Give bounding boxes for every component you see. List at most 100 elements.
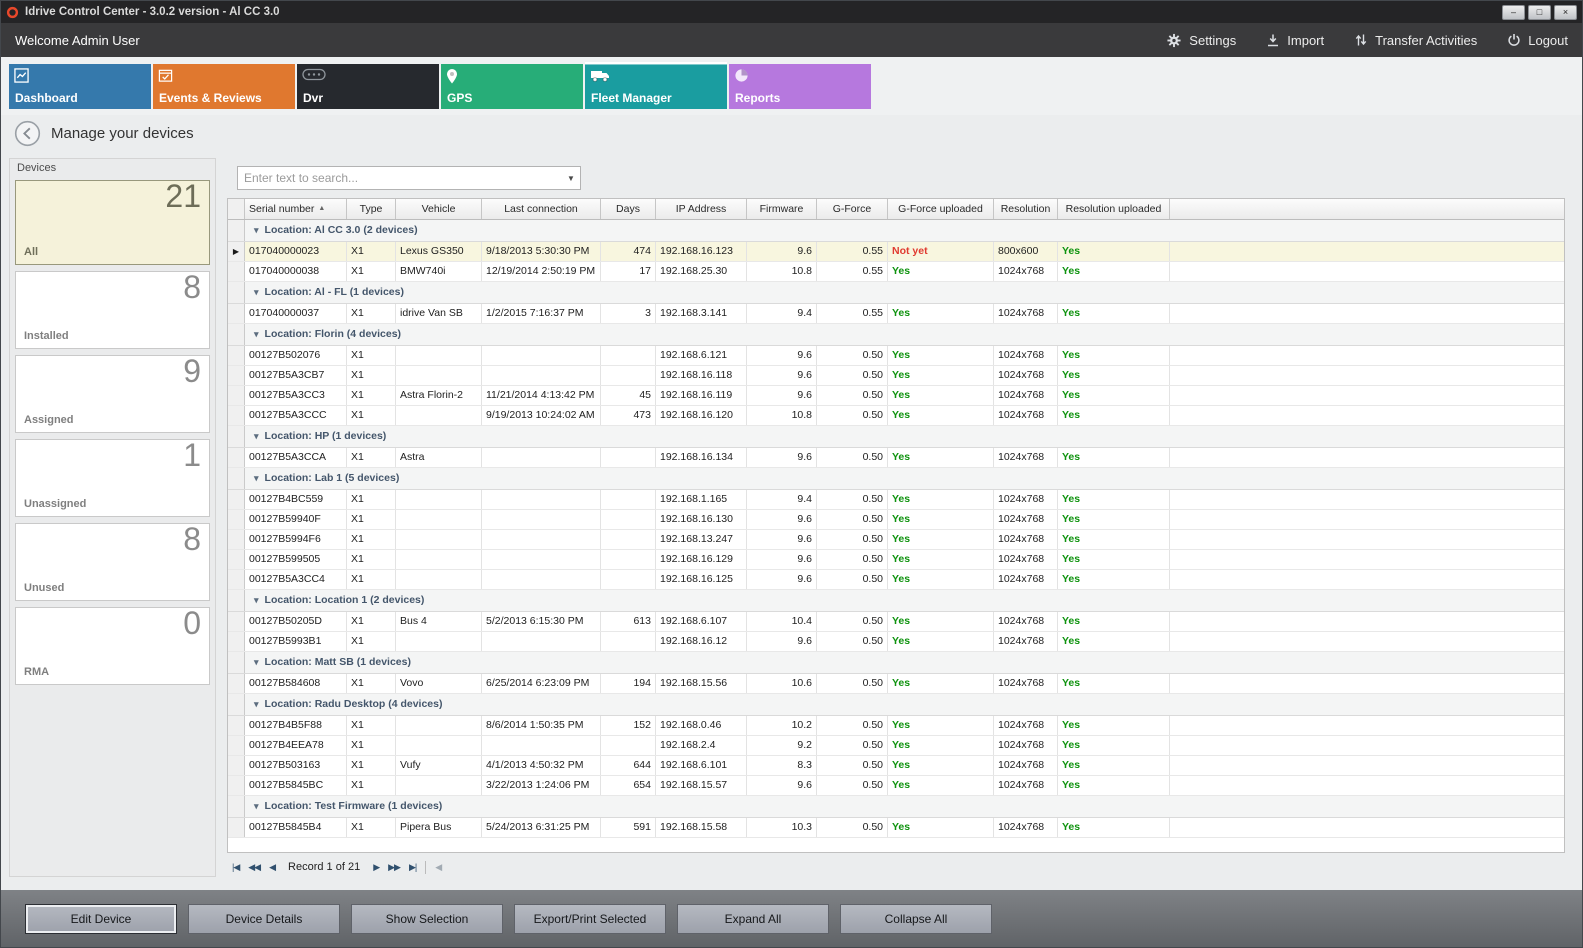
table-row[interactable]: 017040000037X1idrive Van SB1/2/2015 7:16… — [228, 304, 1564, 324]
group-row[interactable]: ▾Location: Al - FL (1 devices) — [228, 282, 1564, 304]
table-row[interactable]: 00127B4BC559X1192.168.1.1659.40.50Yes102… — [228, 490, 1564, 510]
welcome-text: Welcome Admin User — [15, 33, 140, 48]
table-row[interactable]: 00127B4EEA78X1192.168.2.49.20.50Yes1024x… — [228, 736, 1564, 756]
device-filter-unused[interactable]: 8Unused — [15, 523, 210, 601]
cell-filler — [1170, 632, 1564, 651]
table-row[interactable]: 00127B5A3CB7X1192.168.16.1189.60.50Yes10… — [228, 366, 1564, 386]
tab-events-reviews[interactable]: Events & Reviews — [153, 64, 295, 109]
table-row[interactable]: 00127B599505X1192.168.16.1299.60.50Yes10… — [228, 550, 1564, 570]
table-row[interactable]: 00127B503163X1Vufy4/1/2013 4:50:32 PM644… — [228, 756, 1564, 776]
search-input[interactable] — [238, 171, 562, 185]
window-controls: – □ × — [1502, 5, 1577, 20]
tab-reports[interactable]: Reports — [729, 64, 871, 109]
cell-resolution: 1024x768 — [994, 818, 1058, 837]
cell-resolution-uploaded: Yes — [1058, 716, 1170, 735]
cell-resolution: 1024x768 — [994, 530, 1058, 549]
group-row[interactable]: ▾Location: HP (1 devices) — [228, 426, 1564, 448]
cell-last-connection — [482, 366, 601, 385]
tab-fleet-manager[interactable]: Fleet Manager — [585, 64, 727, 109]
group-row[interactable]: ▾Location: Lab 1 (5 devices) — [228, 468, 1564, 490]
close-button[interactable]: × — [1554, 5, 1577, 20]
group-row[interactable]: ▾Location: Al CC 3.0 (2 devices) — [228, 220, 1564, 242]
device-filter-unassigned[interactable]: 1Unassigned — [15, 439, 210, 517]
column-header-vehicle[interactable]: Vehicle — [396, 199, 482, 219]
cell-type: X1 — [347, 346, 396, 365]
pager-last-button[interactable]: ▶| — [409, 862, 416, 873]
tab-dvr[interactable]: Dvr — [297, 64, 439, 109]
column-header-days[interactable]: Days — [601, 199, 656, 219]
column-header-type[interactable]: Type — [347, 199, 396, 219]
table-row[interactable]: 00127B5845BCX13/22/2013 1:24:06 PM654192… — [228, 776, 1564, 796]
table-row[interactable]: 00127B5993B1X1192.168.16.129.60.50Yes102… — [228, 632, 1564, 652]
tab-dashboard[interactable]: Dashboard — [9, 64, 151, 109]
column-header-firmware[interactable]: Firmware — [747, 199, 817, 219]
pager-next-page-button[interactable]: ▶▶ — [388, 862, 400, 873]
column-header-resolution[interactable]: Resolution — [994, 199, 1058, 219]
table-row[interactable]: 017040000038X1BMW740i12/19/2014 2:50:19 … — [228, 262, 1564, 282]
row-indicator-cell — [228, 304, 245, 323]
cell-serial-number: 00127B5A3CC3 — [245, 386, 347, 405]
collapse-all-button[interactable]: Collapse All — [840, 904, 992, 934]
pager-next-button[interactable]: ▶ — [373, 862, 379, 873]
cell-ip-address: 192.168.16.120 — [656, 406, 747, 425]
pager-first-button[interactable]: |◀ — [232, 862, 239, 873]
grid-header-row: Serial number▲TypeVehicleLast connection… — [228, 199, 1564, 220]
cell-vehicle — [396, 570, 482, 589]
cell-days: 473 — [601, 406, 656, 425]
sort-ascending-icon: ▲ — [318, 205, 325, 212]
group-row[interactable]: ▾Location: Location 1 (2 devices) — [228, 590, 1564, 612]
cell-vehicle — [396, 490, 482, 509]
table-row[interactable]: ▶017040000023X1Lexus GS3509/18/2013 5:30… — [228, 242, 1564, 262]
table-row[interactable]: 00127B5994F6X1192.168.13.2479.60.50Yes10… — [228, 530, 1564, 550]
column-header-serial-number[interactable]: Serial number▲ — [245, 199, 347, 219]
pager-prev-button[interactable]: ◀ — [269, 862, 275, 873]
show-selection-button[interactable]: Show Selection — [351, 904, 503, 934]
column-header-g-force-uploaded[interactable]: G-Force uploaded — [888, 199, 994, 219]
table-row[interactable]: 00127B5A3CC4X1192.168.16.1259.60.50Yes10… — [228, 570, 1564, 590]
column-header-resolution-uploaded[interactable]: Resolution uploaded — [1058, 199, 1170, 219]
row-indicator-cell — [228, 612, 245, 631]
table-row[interactable]: 00127B59940FX1192.168.16.1309.60.50Yes10… — [228, 510, 1564, 530]
export-print-selected-button[interactable]: Export/Print Selected — [514, 904, 666, 934]
device-filter-all[interactable]: 21All — [15, 180, 210, 265]
table-row[interactable]: 00127B5A3CCCX19/19/2013 10:24:02 AM47319… — [228, 406, 1564, 426]
minimize-button[interactable]: – — [1502, 5, 1525, 20]
menu-logout[interactable]: Logout — [1507, 33, 1568, 48]
group-row[interactable]: ▾Location: Florin (4 devices) — [228, 324, 1564, 346]
edit-device-button[interactable]: Edit Device — [25, 904, 177, 934]
table-row[interactable]: 00127B5845B4X1Pipera Bus5/24/2013 6:31:2… — [228, 818, 1564, 838]
column-header-ip-address[interactable]: IP Address — [656, 199, 747, 219]
device-details-button[interactable]: Device Details — [188, 904, 340, 934]
search-dropdown-icon[interactable]: ▼ — [562, 174, 580, 183]
group-row[interactable]: ▾Location: Radu Desktop (4 devices) — [228, 694, 1564, 716]
cell-last-connection: 6/25/2014 6:23:09 PM — [482, 674, 601, 693]
table-row[interactable]: 00127B502076X1192.168.6.1219.60.50Yes102… — [228, 346, 1564, 366]
back-button[interactable] — [14, 120, 41, 147]
menu-import[interactable]: Import — [1266, 33, 1324, 48]
expand-all-button[interactable]: Expand All — [677, 904, 829, 934]
menu-transfer-activities[interactable]: Transfer Activities — [1354, 33, 1477, 48]
maximize-button[interactable]: □ — [1528, 5, 1551, 20]
table-row[interactable]: 00127B5A3CC3X1Astra Florin-211/21/2014 4… — [228, 386, 1564, 406]
menu-settings[interactable]: Settings — [1166, 33, 1236, 48]
table-row[interactable]: 00127B4B5F88X18/6/2014 1:50:35 PM152192.… — [228, 716, 1564, 736]
cell-vehicle: Pipera Bus — [396, 818, 482, 837]
table-row[interactable]: 00127B50205DX1Bus 45/2/2013 6:15:30 PM61… — [228, 612, 1564, 632]
cell-filler — [1170, 406, 1564, 425]
table-row[interactable]: 00127B5A3CCAX1Astra192.168.16.1349.60.50… — [228, 448, 1564, 468]
cell-vehicle: Astra — [396, 448, 482, 467]
group-row[interactable]: ▾Location: Test Firmware (1 devices) — [228, 796, 1564, 818]
cell-resolution-uploaded: Yes — [1058, 530, 1170, 549]
column-header-g-force[interactable]: G-Force — [817, 199, 888, 219]
device-filter-installed[interactable]: 8Installed — [15, 271, 210, 349]
cell-firmware: 10.2 — [747, 716, 817, 735]
table-row[interactable]: 00127B584608X1Vovo6/25/2014 6:23:09 PM19… — [228, 674, 1564, 694]
column-header-last-connection[interactable]: Last connection — [482, 199, 601, 219]
device-filter-rma[interactable]: 0RMA — [15, 607, 210, 685]
device-filter-assigned[interactable]: 9Assigned — [15, 355, 210, 433]
cell-type: X1 — [347, 262, 396, 281]
pager-prev-page-button[interactable]: ◀◀ — [248, 862, 260, 873]
tab-gps[interactable]: GPS — [441, 64, 583, 109]
cell-firmware: 9.6 — [747, 510, 817, 529]
group-row[interactable]: ▾Location: Matt SB (1 devices) — [228, 652, 1564, 674]
